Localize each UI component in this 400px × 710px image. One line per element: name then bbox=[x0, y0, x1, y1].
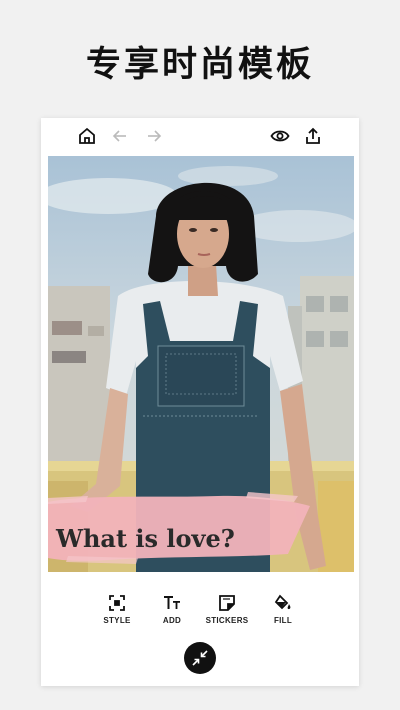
add-label: ADD bbox=[162, 616, 182, 625]
paint-bucket-icon bbox=[253, 594, 313, 612]
fill-label: FILL bbox=[273, 616, 293, 625]
style-icon bbox=[87, 594, 147, 612]
style-button[interactable]: STYLE bbox=[87, 594, 147, 625]
page-headline: 专享时尚模板 bbox=[85, 45, 314, 85]
editor-topbar bbox=[41, 118, 359, 154]
add-text-button[interactable]: ADD bbox=[142, 594, 202, 625]
photo-canvas[interactable]: What is love? bbox=[48, 156, 354, 572]
phone-frame: What is love? STYLE ADD STICKERS FILL bbox=[41, 118, 359, 686]
text-icon bbox=[142, 594, 202, 612]
canvas-caption[interactable]: What is love? bbox=[56, 524, 235, 553]
style-label: STYLE bbox=[103, 616, 131, 625]
collapse-button[interactable] bbox=[184, 642, 216, 674]
fill-button[interactable]: FILL bbox=[253, 594, 313, 625]
stickers-button[interactable]: STICKERS bbox=[197, 594, 257, 625]
eye-icon[interactable] bbox=[270, 126, 290, 146]
arrow-right-icon[interactable] bbox=[144, 126, 164, 146]
stickers-label: STICKERS bbox=[205, 616, 249, 625]
arrow-left-icon[interactable] bbox=[110, 126, 130, 146]
photo-image bbox=[48, 156, 354, 572]
sticker-icon bbox=[197, 594, 257, 612]
share-icon[interactable] bbox=[303, 126, 323, 146]
home-icon[interactable] bbox=[77, 126, 97, 146]
